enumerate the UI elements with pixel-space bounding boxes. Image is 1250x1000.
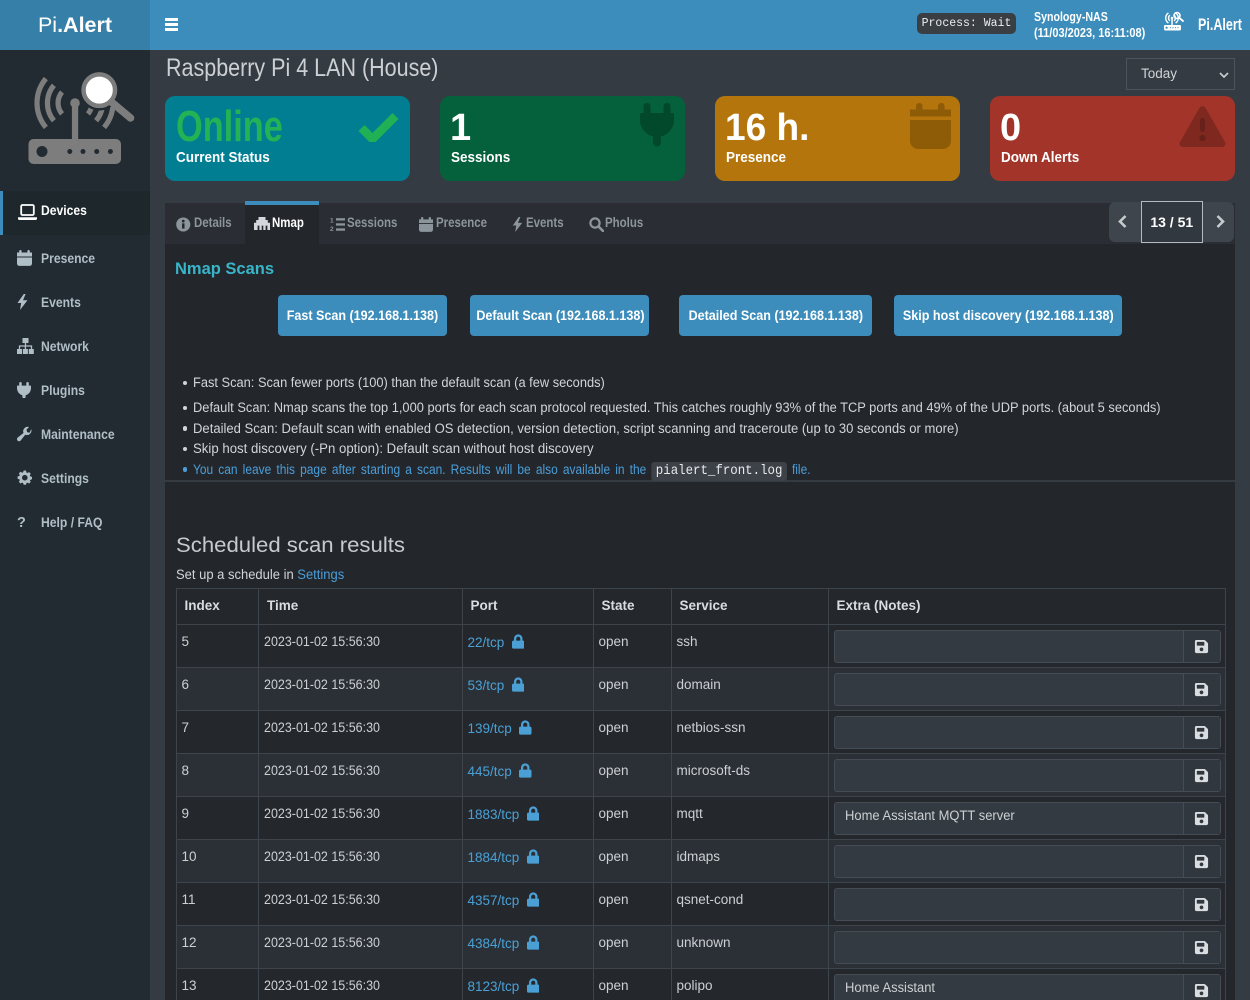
svg-text:1: 1 (330, 218, 334, 225)
svg-text:?: ? (17, 515, 26, 530)
svg-text:2: 2 (330, 226, 334, 232)
